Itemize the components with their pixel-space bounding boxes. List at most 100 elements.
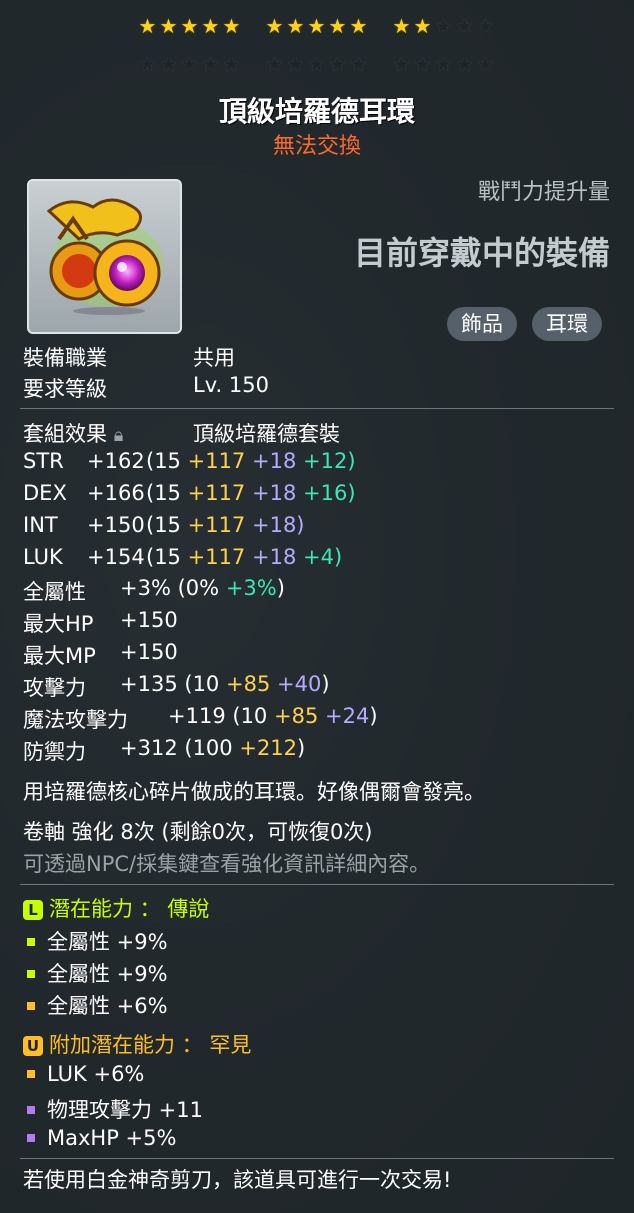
stat-star: +18 <box>251 545 297 569</box>
additional-potential-line: 物理攻擊力 +11 <box>23 1094 203 1124</box>
star-icon: ★ <box>476 52 496 76</box>
divider <box>20 1158 614 1159</box>
potential-text: 全屬性 +9% <box>47 930 168 954</box>
set-effect-row: 套組效果 🔒︎ 頂級培羅德套裝 <box>23 418 340 448</box>
potential-text: 全屬性 +9% <box>47 962 168 986</box>
star-force-row-2: ★ ★ ★ ★ ★ ★ ★ ★ ★ ★ ★ ★ ★ ★ ★ <box>0 52 634 76</box>
stat-row-hp: 最大HP +150 <box>23 608 178 638</box>
legendary-badge-icon: L <box>23 900 43 920</box>
stat-total: +150 <box>120 608 178 632</box>
star-icon: ★ <box>180 14 200 38</box>
stat-bonus: +85 <box>273 704 319 728</box>
stat-star: +18) <box>251 513 305 537</box>
stat-star: +24 <box>325 704 370 728</box>
tag-category: 飾品 <box>447 307 517 341</box>
tag-type: 耳環 <box>532 307 602 341</box>
stat-name: 防禦力 <box>23 740 86 764</box>
item-tooltip: ★ ★ ★ ★ ★ ★ ★ ★ ★ ★ ★ ★ ★ ★ ★ ★ ★ ★ ★ ★ ★ ★ ★ ★ ★ ★ ★ ★ ★ ★ 頂級培羅德耳環 … <box>0 0 634 1213</box>
scroll-info: 卷軸 強化 8次 (剩餘0次，可恢復0次) <box>23 820 373 844</box>
additional-potential-title: 附加潛在能力 ： 罕見 <box>49 1033 252 1057</box>
stat-base: (15 <box>146 449 181 473</box>
star-icon: ★ <box>265 52 285 76</box>
stat-row-magic-attack: 魔法攻擊力 +119 (10 +85 +24) <box>23 704 378 734</box>
bullet-icon <box>27 1069 35 1078</box>
stat-row-all: 全屬性 +3% (0% +3%) <box>23 576 285 606</box>
stat-row-str: STR +162 (15 +117 +18 +12) <box>23 449 356 473</box>
set-effect-value: 頂級培羅德套裝 <box>193 422 340 446</box>
stat-breakdown: (15 +117 +18 +4) <box>146 545 342 569</box>
star-group: ★ ★ ★ ★ ★ <box>138 52 243 76</box>
star-group: ★ ★ ★ ★ ★ <box>265 14 370 38</box>
potential-text: 物理攻擊力 +11 <box>47 1098 203 1122</box>
lock-icon: 🔒︎ <box>113 425 124 446</box>
stat-breakdown: (15 +117 +18) <box>146 513 305 537</box>
star-icon: ★ <box>455 52 475 76</box>
star-icon: ★ <box>159 14 179 38</box>
stat-breakdown: (15 +117 +18 +12) <box>146 449 356 473</box>
stat-total: +166 <box>87 481 145 505</box>
stat-row-luk: LUK +154 (15 +117 +18 +4) <box>23 545 342 569</box>
set-effect-label: 套組效果 <box>23 422 107 446</box>
star-icon: ★ <box>392 52 412 76</box>
info-row-level: 要求等級 Lv. 150 <box>23 373 269 403</box>
star-icon: ★ <box>222 52 242 76</box>
stat-row-attack: 攻擊力 +135 (10 +85 +40) <box>23 672 330 702</box>
star-icon: ★ <box>201 52 221 76</box>
star-icon: ★ <box>434 52 454 76</box>
stat-bonus: +117 <box>187 449 246 473</box>
potential-title: 潛在能力 ： 傳說 <box>49 897 210 921</box>
pirate-earring-icon <box>46 198 163 315</box>
stat-name: DEX <box>23 481 67 505</box>
divider <box>20 408 614 409</box>
star-icon: ★ <box>392 14 412 38</box>
stat-star: +40 <box>277 672 322 696</box>
stat-values: +3% (0% +3%) <box>120 576 285 600</box>
stat-close: ) <box>321 672 330 696</box>
stat-values: +135 (10 +85 +40) <box>120 672 330 696</box>
stat-base: (10 <box>232 704 268 728</box>
stat-base: (15 <box>146 481 181 505</box>
potential-text: LUK +6% <box>47 1062 145 1086</box>
star-icon: ★ <box>413 14 433 38</box>
info-label: 要求等級 <box>23 377 107 401</box>
additional-potential-title-row: U 附加潛在能力 ： 罕見 <box>23 1029 251 1059</box>
star-group: ★ ★ ★ ★ ★ <box>265 52 370 76</box>
stat-base: (15 <box>146 545 181 569</box>
potential-text: 全屬性 +6% <box>47 994 168 1018</box>
stat-bonus: +117 <box>187 513 246 537</box>
potential-line: 全屬性 +6% <box>23 990 168 1020</box>
star-icon: ★ <box>328 52 348 76</box>
stat-row-dex: DEX +166 (15 +117 +18 +16) <box>23 481 356 505</box>
stat-flame: +3% <box>225 576 277 600</box>
star-icon: ★ <box>159 52 179 76</box>
star-icon: ★ <box>201 14 221 38</box>
stat-name: 最大MP <box>23 644 96 668</box>
stat-total: +312 <box>120 736 178 760</box>
bullet-icon <box>27 937 35 946</box>
stat-name: INT <box>23 513 58 537</box>
stat-flame: +4) <box>303 545 343 569</box>
stat-total: +150 <box>120 640 178 664</box>
stat-bonus: +117 <box>187 481 246 505</box>
stat-flame: +16) <box>303 481 356 505</box>
stat-total: +3% <box>120 576 171 600</box>
star-icon: ★ <box>307 52 327 76</box>
star-icon: ★ <box>434 14 454 38</box>
item-description: 用培羅德核心碎片做成的耳環。好像偶爾會發亮。 <box>23 780 485 804</box>
stat-row-defense: 防禦力 +312 (100 +212) <box>23 736 305 766</box>
info-row-job: 裝備職業 共用 <box>23 342 235 372</box>
stat-name: STR <box>23 449 64 473</box>
stat-base: (0% <box>177 576 220 600</box>
stat-flame: +12) <box>303 449 356 473</box>
stat-breakdown: (15 +117 +18 +16) <box>146 481 356 505</box>
stat-total: +135 <box>120 672 178 696</box>
potential-text: MaxHP +5% <box>47 1126 177 1150</box>
scroll-hint: 可透過NPC/採集鍵查看強化資訊詳細內容。 <box>23 852 431 876</box>
stat-star: +18 <box>251 481 297 505</box>
stat-close: ) <box>297 736 306 760</box>
bullet-icon <box>27 1001 35 1010</box>
item-icon-frame <box>27 179 182 334</box>
stat-row-int: INT +150 (15 +117 +18) <box>23 513 305 537</box>
divider <box>20 884 614 885</box>
star-group: ★ ★ ★ ★ ★ <box>392 14 497 38</box>
